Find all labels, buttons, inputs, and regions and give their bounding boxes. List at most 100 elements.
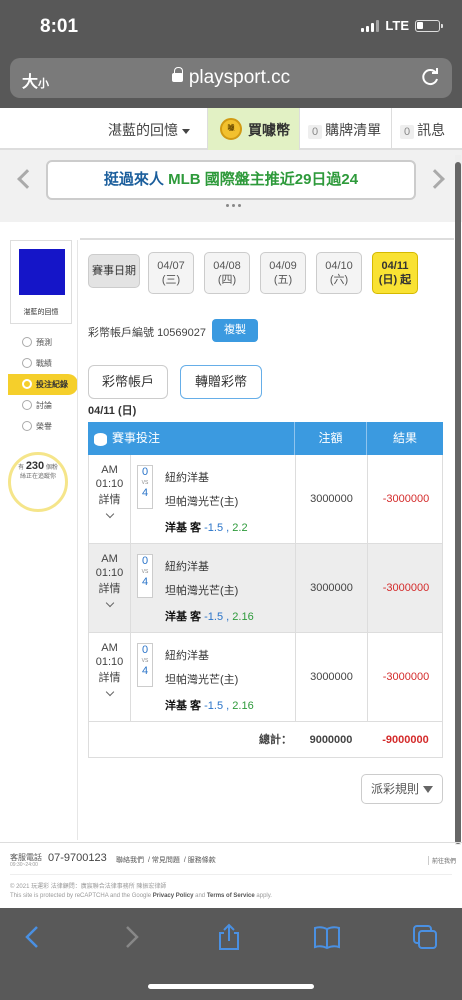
database-icon [94, 433, 107, 446]
row-game: 0 VS 4 紐約洋基 坦帕灣光芒(主) 洋基 客 -1.5 , 2.16 [131, 633, 295, 721]
triangle-down-icon [423, 786, 433, 794]
coin-account-button[interactable]: 彩幣帳戶 [88, 365, 168, 399]
profile-menu: 預測 戰績 投注紀錄 討論 榮譽 [8, 332, 78, 437]
avatar[interactable] [19, 249, 65, 295]
row-amount: 3000000 [295, 544, 367, 632]
bet-pick: 洋基 客 -1.5 , 2.2 [165, 522, 248, 534]
row-game: 0 VS 4 紐約洋基 坦帕灣光芒(主) 洋基 客 -1.5 , 2.2 [131, 455, 295, 543]
table-row: AM 01:10 詳情 0 VS 4 紐約洋基 坦帕灣光芒(主) 洋基 客 -1.5 … [88, 544, 443, 633]
forward-icon[interactable] [116, 922, 146, 952]
network-label: LTE [385, 18, 409, 33]
total-amount: 9000000 [309, 734, 353, 746]
footer-divider-2 [10, 874, 452, 875]
carousel-dots [226, 204, 241, 207]
signal-icon [361, 19, 380, 32]
menu-item-discuss[interactable]: 討論 [8, 395, 78, 416]
row-result: -3000000 [367, 455, 444, 543]
chevron-down-icon[interactable] [105, 509, 114, 519]
bet-table: 賽事投注 注額 結果 AM 01:10 詳情 0 VS 4 紐約洋基 坦帕灣光芒(主)… [88, 422, 443, 758]
date-tab-0410[interactable]: 04/10 (六) [316, 252, 362, 294]
menu-item-honor[interactable]: 榮譽 [8, 416, 78, 437]
score-box: 0 VS 4 [137, 554, 153, 598]
status-indicators: LTE [361, 18, 443, 33]
date-tab-0408[interactable]: 04/08 (四) [204, 252, 250, 294]
bet-pick: 洋基 客 -1.5 , 2.16 [165, 611, 254, 623]
team-away: 紐約洋基 [165, 561, 209, 573]
footer-links: 聯絡我們 / 常見問題 / 服務條款 [116, 857, 216, 864]
caret-down-icon [182, 128, 190, 134]
date-tab-0409[interactable]: 04/09 (五) [260, 252, 306, 294]
hotline-hours: 09:30~24:00 [10, 862, 38, 868]
follower-count[interactable]: 有 230 個粉 絲正在追蹤你 [10, 461, 66, 482]
footer-right-link[interactable]: 前往我們 [428, 856, 456, 865]
row-amount: 3000000 [295, 455, 367, 543]
site-nav: 湛藍的回憶 噱 買噱幣 0 購牌清單 0 訊息 [0, 108, 462, 150]
battery-icon [415, 19, 443, 32]
scrollbar-thumb[interactable] [455, 162, 461, 844]
promo-banner[interactable]: 挺過來人 MLB 國際盤主推近29日過24 [46, 160, 416, 200]
reload-icon[interactable] [418, 65, 442, 89]
recaptcha-notice: This site is protected by reCAPTCHA and … [10, 893, 272, 899]
back-icon[interactable] [18, 922, 48, 952]
row-time: AM 01:10 詳情 [89, 633, 131, 721]
bookmarks-icon[interactable] [312, 922, 342, 952]
day-title: 04/11 (日) [88, 405, 137, 417]
table-header: 賽事投注 注額 結果 [88, 422, 443, 455]
chevron-down-icon[interactable] [105, 598, 114, 608]
score-box: 0 VS 4 [137, 643, 153, 687]
privacy-link[interactable]: Privacy Policy [153, 893, 194, 899]
row-amount: 3000000 [295, 633, 367, 721]
date-tab-0407[interactable]: 04/07 (三) [148, 252, 194, 294]
msg-label: 訊息 [417, 122, 446, 138]
total-result: -9000000 [382, 734, 429, 746]
tabs-icon[interactable] [410, 922, 440, 952]
account-number: 彩幣帳戶編號 10569027 [88, 327, 207, 339]
menu-item-record[interactable]: 戰績 [8, 353, 78, 374]
url-text: playsport.cc [10, 67, 452, 89]
hotline-number[interactable]: 07-9700123 [48, 852, 107, 864]
row-time: AM 01:10 詳情 [89, 544, 131, 632]
medal-icon [22, 421, 32, 431]
date-tab-0411[interactable]: 04/11 (日) 起 [372, 252, 418, 294]
payout-rules-button[interactable]: 派彩規則 [361, 774, 443, 804]
team-away: 紐約洋基 [165, 650, 209, 662]
carousel-prev-icon[interactable] [17, 169, 37, 189]
trophy-icon [22, 358, 32, 368]
transfer-coin-button[interactable]: 轉贈彩幣 [180, 365, 262, 399]
cart-button[interactable]: 0 購牌清單 [300, 108, 392, 150]
buy-coin-label: 買噱幣 [248, 122, 290, 138]
detail-link[interactable]: 詳情 [89, 582, 130, 596]
chevron-down-icon[interactable] [105, 687, 114, 697]
team-home: 坦帕灣光芒(主) [165, 585, 239, 597]
footer-link-faq[interactable]: 常見問題 [152, 857, 180, 864]
header-amount: 注額 [294, 422, 366, 455]
carousel-next-icon[interactable] [425, 169, 445, 189]
table-row: AM 01:10 詳情 0 VS 4 紐約洋基 坦帕灣光芒(主) 洋基 客 -1.5 … [88, 633, 443, 722]
total-label: 總計： [259, 734, 292, 746]
lock-icon [171, 67, 183, 82]
profile-card[interactable]: 湛藍的回憶 [10, 240, 72, 324]
copyright: © 2021 玩運彩 法律顧問：廣宸聯合法律事務所 陳振宏律師 [10, 884, 167, 890]
row-time: AM 01:10 詳情 [89, 455, 131, 543]
browser-chrome: 8:01 LTE 大小 playsport.cc [0, 0, 462, 108]
header-result: 結果 [366, 422, 443, 455]
messages-button[interactable]: 0 訊息 [392, 108, 462, 150]
address-bar[interactable]: 大小 playsport.cc [10, 58, 452, 98]
share-icon[interactable] [214, 922, 244, 952]
footer-link-terms[interactable]: 服務條款 [188, 857, 216, 864]
menu-item-predict[interactable]: 預測 [8, 332, 78, 353]
menu-item-bet-history[interactable]: 投注紀錄 [8, 374, 78, 395]
user-menu[interactable]: 湛藍的回憶 [108, 120, 190, 140]
footer-link-contact[interactable]: 聯絡我們 [116, 857, 144, 864]
record-icon [22, 379, 32, 389]
detail-link[interactable]: 詳情 [89, 493, 130, 507]
date-filter-label: 賽事日期 [88, 254, 140, 288]
buy-coin-button[interactable]: 噱 買噱幣 [207, 108, 300, 150]
copy-button[interactable]: 複製 [212, 319, 258, 342]
cart-count: 0 [308, 125, 323, 139]
terms-link[interactable]: Terms of Service [207, 893, 255, 899]
chat-icon [22, 400, 32, 410]
target-icon [22, 337, 32, 347]
detail-link[interactable]: 詳情 [89, 671, 130, 685]
row-result: -3000000 [367, 633, 444, 721]
